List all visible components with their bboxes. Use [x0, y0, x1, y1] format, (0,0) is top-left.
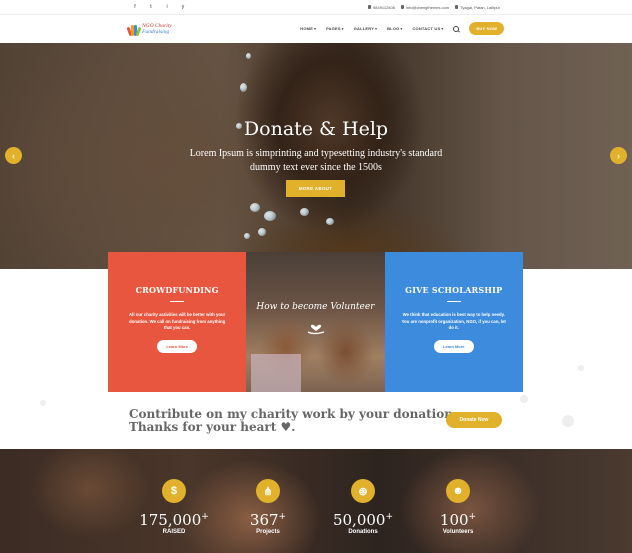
more-about-button[interactable]: MORE ABOUT	[286, 180, 345, 197]
contribute-heading: Contribute on my charity work by your do…	[129, 407, 458, 434]
crowdfunding-text: All our charity activities will be bette…	[129, 312, 226, 330]
crowdfunding-learn-more-button[interactable]: Learn More	[157, 339, 197, 353]
chevron-down-icon: ▾	[341, 26, 344, 31]
scholarship-title: GIVE SCHOLARSHIP	[405, 285, 503, 295]
stat-donations: ⊛ 50,000+ Donations	[328, 479, 398, 535]
address: Tyagal, Patan, Lalitpur	[460, 4, 500, 10]
feature-boxes: CROWDFUNDING All our charity activities …	[108, 252, 523, 392]
phone-number: 9849112406	[373, 4, 395, 10]
decor-bubble	[520, 395, 528, 403]
chevron-down-icon: ▾	[400, 26, 403, 31]
chevron-down-icon: ▾	[314, 26, 317, 31]
stat-label: RAISED	[162, 529, 186, 535]
logo[interactable]: NGO Charity Fundraising	[126, 22, 172, 36]
contact-info: 9849112406 info@cbengthemes.com Tyagal, …	[368, 5, 500, 10]
chevron-down-icon: ▾	[441, 26, 444, 31]
decor-bubble	[578, 365, 584, 371]
mail-icon	[400, 5, 404, 9]
stat-value: 100	[439, 511, 469, 529]
facebook-icon[interactable]: f	[132, 4, 138, 10]
phone-icon	[368, 5, 372, 9]
instagram-icon[interactable]: i	[164, 4, 170, 10]
volunteer-title: How to become Volunteer	[256, 302, 375, 312]
stat-value: 367	[249, 511, 279, 529]
logo-text: NGO Charity Fundraising	[142, 22, 172, 35]
youtube-icon[interactable]: y	[180, 4, 186, 10]
nav-pages[interactable]: PAGES ▾	[326, 26, 344, 31]
stat-projects: ⋔ 367+ Projects	[233, 479, 303, 535]
stats-section: $ 175,000+ RAISED ⋔ 367+ Projects ⊛ 50,0…	[0, 449, 632, 553]
chevron-down-icon: ▾	[375, 26, 378, 31]
share-icon: ⋔	[256, 479, 280, 503]
hero-slider: Donate & Help Lorem Ipsum is simprinting…	[0, 43, 632, 269]
email-link[interactable]: info@cbengthemes.com	[406, 5, 449, 10]
social-links: f t i y	[132, 4, 186, 10]
stat-raised: $ 175,000+ RAISED	[139, 479, 209, 535]
page: f t i y 9849112406 info@cbengthemes.com …	[0, 0, 632, 553]
location-icon	[455, 5, 459, 9]
decor-bubble	[40, 400, 46, 406]
nav-home[interactable]: HOME ▾	[300, 26, 316, 31]
top-bar: f t i y 9849112406 info@cbengthemes.com …	[0, 0, 632, 14]
scholarship-learn-more-button[interactable]: Learn More	[433, 339, 474, 353]
scholarship-card: GIVE SCHOLARSHIP We think that education…	[384, 252, 523, 392]
slider-next-arrow-icon[interactable]: ›	[610, 147, 627, 164]
main-header: NGO Charity Fundraising HOME ▾ PAGES ▾ GAL…	[0, 14, 632, 42]
volunteer-photo	[251, 354, 302, 392]
donation-icon: ⊛	[351, 479, 375, 503]
divider	[170, 301, 185, 302]
heart-hand-icon	[307, 324, 325, 335]
slider-prev-arrow-icon[interactable]: ‹	[5, 147, 22, 164]
volunteer-card[interactable]: How to become Volunteer	[246, 252, 385, 392]
twitter-icon[interactable]: t	[148, 4, 154, 10]
hero-title: Donate & Help	[243, 118, 389, 140]
stat-label: Projects	[256, 529, 280, 535]
dollar-icon: $	[162, 479, 186, 503]
stat-value: 175,000	[139, 511, 202, 529]
nav-gallery[interactable]: GALLERY ▾	[354, 26, 377, 31]
divider	[446, 301, 461, 302]
nav-blog[interactable]: BLOG ▾	[387, 26, 402, 31]
decor-bubble	[562, 415, 574, 427]
stat-volunteers: ☻ 100+ Volunteers	[423, 479, 493, 535]
logo-hands-icon	[126, 22, 142, 36]
crowdfunding-card: CROWDFUNDING All our charity activities …	[108, 252, 247, 392]
search-icon[interactable]	[453, 25, 460, 32]
volunteers-icon: ☻	[446, 479, 470, 503]
stat-label: Volunteers	[442, 529, 474, 535]
stat-value: 50,000	[332, 511, 386, 529]
main-nav: HOME ▾ PAGES ▾ GALLERY ▾ BLOG ▾ CONTACT US ▾ …	[300, 22, 504, 35]
scholarship-text: We think that education is best way to h…	[401, 312, 506, 330]
donate-now-button[interactable]: Donate Now	[446, 412, 502, 428]
stat-label: Donations	[348, 529, 378, 535]
buy-now-button[interactable]: BUY NOW	[469, 22, 504, 35]
crowdfunding-title: CROWDFUNDING	[135, 285, 219, 295]
nav-contact[interactable]: CONTACT US ▾	[412, 26, 443, 31]
hero-subtitle: Lorem Ipsum is simprinting and typesetti…	[189, 148, 443, 173]
